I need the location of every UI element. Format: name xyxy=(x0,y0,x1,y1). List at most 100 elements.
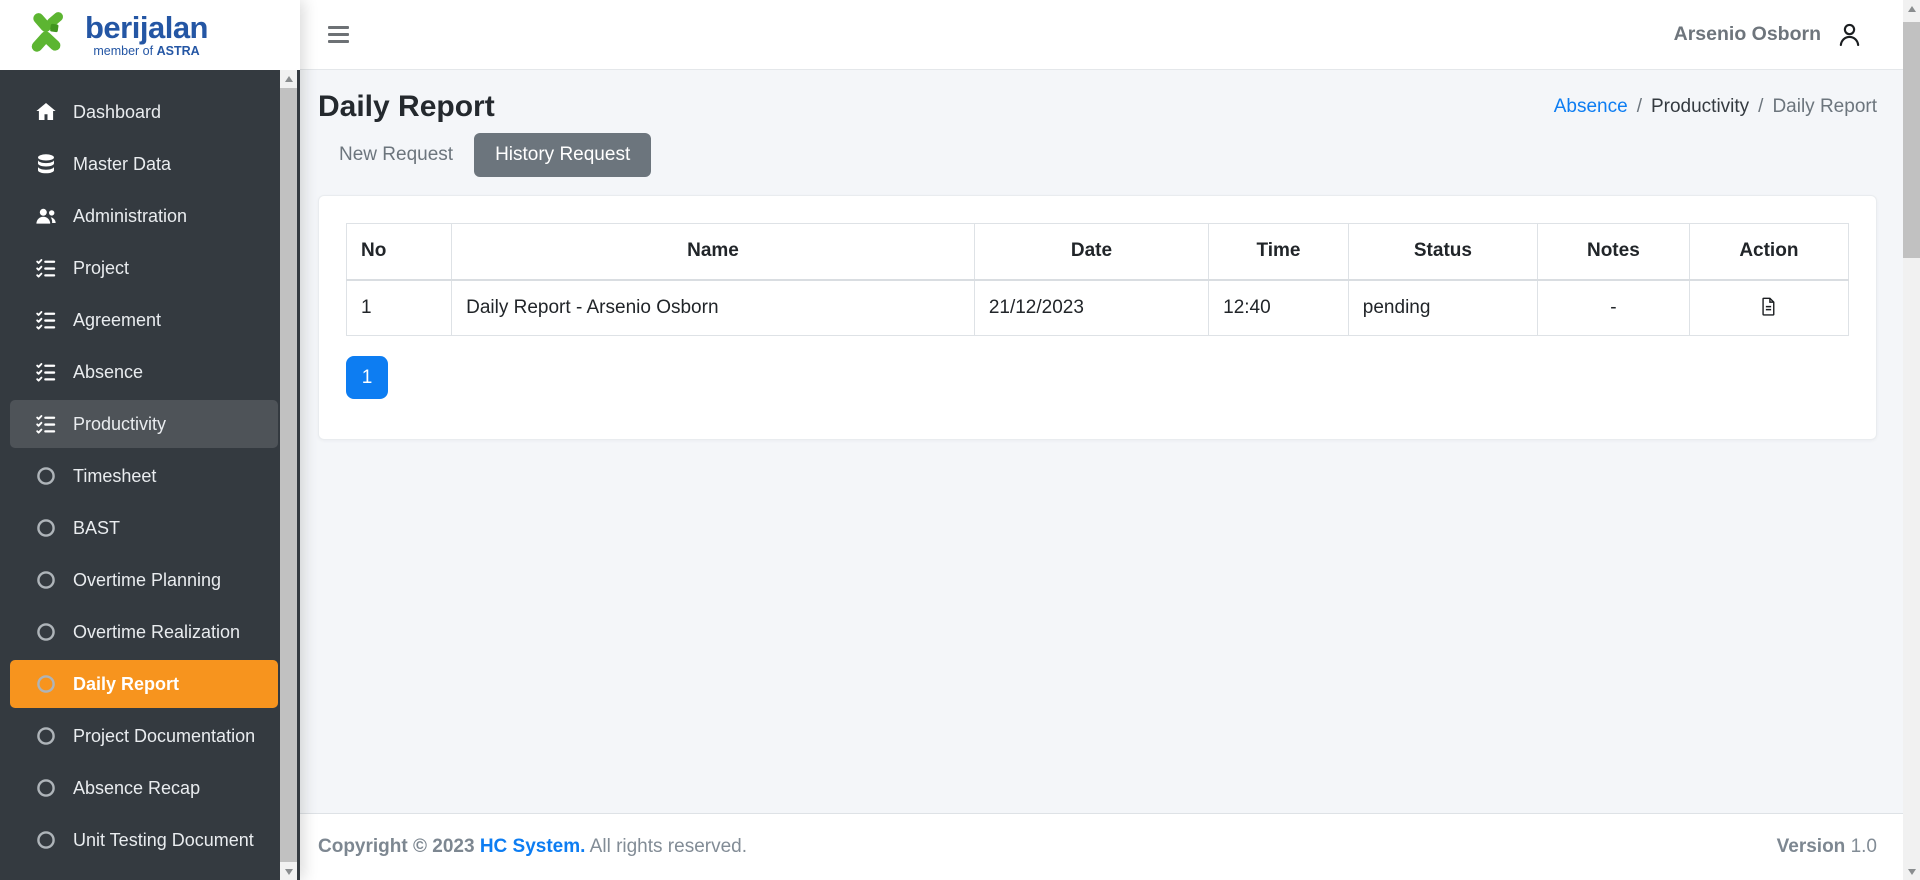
column-header-time: Time xyxy=(1208,223,1349,281)
cell-action xyxy=(1688,279,1850,336)
cell-no: 1 xyxy=(345,279,453,336)
breadcrumb-separator: / xyxy=(1636,96,1642,117)
breadcrumb-separator: / xyxy=(1758,96,1764,117)
sidebar-item-overtime-planning[interactable]: Overtime Planning xyxy=(10,556,278,604)
tab-new-request[interactable]: New Request xyxy=(318,133,474,177)
footer: Copyright © 2023 HC System. All rights r… xyxy=(300,813,1903,880)
sidebar-item-project[interactable]: Project xyxy=(10,244,278,292)
circle-icon xyxy=(34,828,58,852)
view-document-button[interactable] xyxy=(1758,296,1779,320)
sidebar-item-master-data[interactable]: Master Data xyxy=(10,140,278,188)
sidebar-item-label: Dashboard xyxy=(73,101,162,122)
tasks-icon xyxy=(34,256,58,280)
brand-tagline: member of ASTRA xyxy=(93,44,200,58)
sidebar-item-label: Agreement xyxy=(73,309,162,330)
circle-icon xyxy=(34,724,58,748)
circle-icon xyxy=(34,568,58,592)
hc-system-link[interactable]: HC System. xyxy=(480,836,586,857)
sidebar-item-timesheet[interactable]: Timesheet xyxy=(10,452,278,500)
brand[interactable]: berijalan member of ASTRA xyxy=(0,0,300,70)
users-icon xyxy=(34,204,58,228)
sidebar-item-absence[interactable]: Absence xyxy=(10,348,278,396)
berijalan-logo-icon xyxy=(26,9,76,61)
sidebar-scroll-up-button[interactable] xyxy=(280,70,297,87)
sidebar: berijalan member of ASTRA Dashboard Maste… xyxy=(0,0,300,880)
app-root: berijalan member of ASTRA Dashboard Maste… xyxy=(0,0,1920,880)
user-name: Arsenio Osborn xyxy=(1673,23,1821,45)
table-header-row: No Name Date Time Status Notes Action xyxy=(345,223,1850,281)
sidebar-item-unit-testing-document[interactable]: Unit Testing Document xyxy=(10,816,278,864)
cell-date: 21/12/2023 xyxy=(973,279,1210,336)
sidebar-item-project-documentation[interactable]: Project Documentation xyxy=(10,712,278,760)
sidebar-item-dashboard[interactable]: Dashboard xyxy=(10,88,278,136)
copyright-text: Copyright © 2023 HC System. All rights r… xyxy=(318,836,748,857)
page-content: Daily Report Absence / Productivity / Daily … xyxy=(300,70,1903,813)
sidebar-item-label: Absence xyxy=(73,361,144,382)
column-header-name: Name xyxy=(451,223,975,281)
page-scrollbar-thumb[interactable] xyxy=(1903,22,1920,258)
sidebar-item-label: BAST xyxy=(73,517,121,538)
tasks-icon xyxy=(34,412,58,436)
pagination: 1 xyxy=(346,356,1849,399)
arrow-up-icon xyxy=(284,75,293,82)
page-title: Daily Report xyxy=(318,90,495,123)
sidebar-item-absence-recap[interactable]: Absence Recap xyxy=(10,764,278,812)
page-scroll-down-button[interactable] xyxy=(1903,863,1920,880)
breadcrumb: Absence / Productivity / Daily Report xyxy=(1554,96,1877,118)
main-area: Arsenio Osborn Daily Report Absence / Prod… xyxy=(300,0,1903,880)
tasks-icon xyxy=(34,360,58,384)
column-header-status: Status xyxy=(1347,223,1539,281)
tasks-icon xyxy=(34,308,58,332)
hamburger-icon xyxy=(328,26,349,29)
tabs: New Request History Request xyxy=(318,133,1877,177)
sidebar-item-label: Project xyxy=(73,257,130,278)
home-icon xyxy=(34,100,58,124)
sidebar-item-label: Administration xyxy=(73,205,188,226)
sidebar-item-label: Timesheet xyxy=(73,465,157,486)
sidebar-nav: Dashboard Master Data Administration Projec… xyxy=(0,70,278,864)
sidebar-item-agreement[interactable]: Agreement xyxy=(10,296,278,344)
page-button-1[interactable]: 1 xyxy=(346,356,388,399)
sidebar-item-overtime-realization[interactable]: Overtime Realization xyxy=(10,608,278,656)
sidebar-toggle-button[interactable] xyxy=(328,26,349,43)
user-menu[interactable]: Arsenio Osborn xyxy=(1674,21,1863,48)
sidebar-item-productivity[interactable]: Productivity xyxy=(10,400,278,448)
sidebar-item-daily-report[interactable]: Daily Report xyxy=(10,660,278,708)
column-header-date: Date xyxy=(973,223,1210,281)
table-card: No Name Date Time Status Notes Action 1 Daily R… xyxy=(318,195,1877,440)
circle-icon xyxy=(34,620,58,644)
column-header-notes: Notes xyxy=(1537,223,1690,281)
brand-name: berijalan xyxy=(85,10,209,45)
sidebar-scroll-down-button[interactable] xyxy=(280,863,297,880)
arrow-up-icon xyxy=(1907,5,1916,12)
arrow-down-icon xyxy=(1907,868,1916,875)
cell-notes: - xyxy=(1537,279,1690,336)
table-row: 1 Daily Report - Arsenio Osborn 21/12/2023… xyxy=(345,279,1850,336)
breadcrumb-item-absence[interactable]: Absence xyxy=(1554,96,1628,117)
topbar: Arsenio Osborn xyxy=(300,0,1903,70)
sidebar-item-label: Overtime Realization xyxy=(73,621,241,642)
sidebar-item-administration[interactable]: Administration xyxy=(10,192,278,240)
page-scroll-up-button[interactable] xyxy=(1903,0,1920,17)
file-text-icon xyxy=(1758,296,1779,320)
cell-time: 12:40 xyxy=(1208,279,1349,336)
circle-icon xyxy=(34,464,58,488)
version-text: Version 1.0 xyxy=(1776,836,1877,857)
sidebar-scrollbar[interactable] xyxy=(280,70,297,880)
tab-history-request[interactable]: History Request xyxy=(474,133,652,177)
page-header: Daily Report Absence / Productivity / Daily … xyxy=(318,90,1877,124)
arrow-down-icon xyxy=(284,868,293,875)
breadcrumb-item-productivity: Productivity xyxy=(1650,96,1750,117)
column-header-action: Action xyxy=(1688,223,1850,281)
sidebar-item-label: Unit Testing Document xyxy=(73,829,254,850)
sidebar-item-label: Master Data xyxy=(73,153,172,174)
circle-icon xyxy=(34,516,58,540)
cell-name: Daily Report - Arsenio Osborn xyxy=(451,279,975,336)
sidebar-scrollbar-thumb[interactable] xyxy=(280,88,297,862)
sidebar-item-bast[interactable]: BAST xyxy=(10,504,278,552)
breadcrumb-item-daily-report: Daily Report xyxy=(1772,96,1877,117)
requests-table: No Name Date Time Status Notes Action 1 Daily R… xyxy=(345,223,1850,336)
sidebar-item-label: Overtime Planning xyxy=(73,569,222,590)
page-scrollbar[interactable] xyxy=(1903,0,1920,880)
sidebar-item-label: Productivity xyxy=(73,413,167,434)
